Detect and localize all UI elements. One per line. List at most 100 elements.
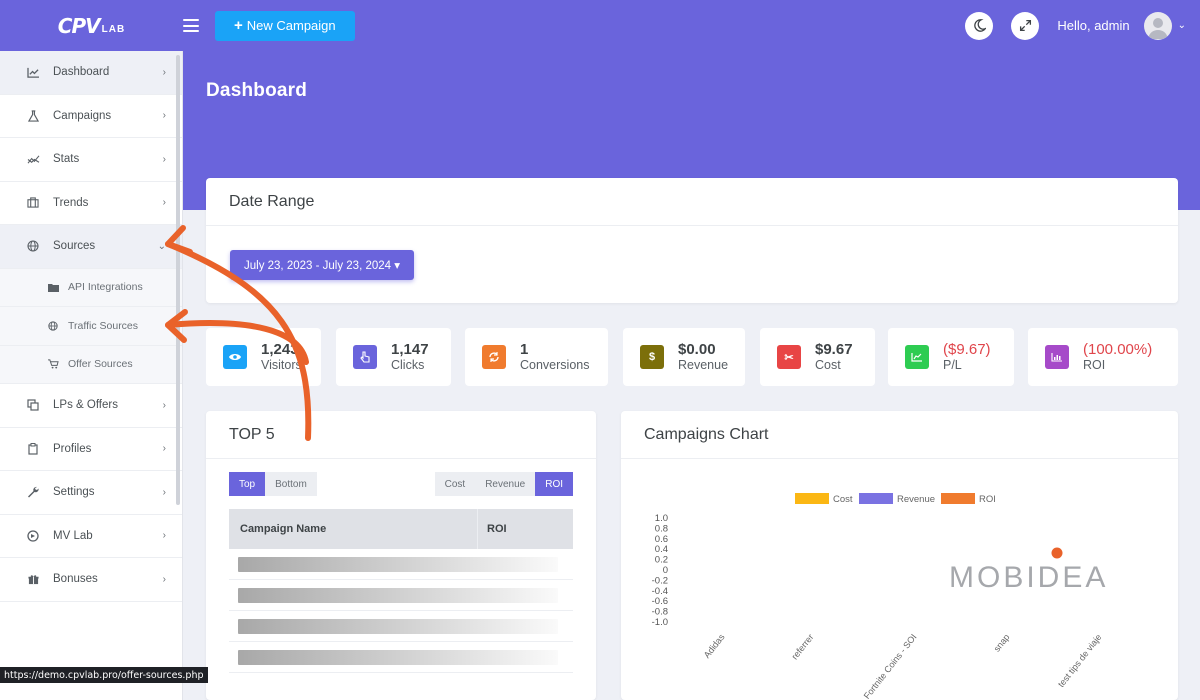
stat-clicks: 1,147 Clicks [336, 328, 451, 386]
table-row[interactable] [229, 611, 573, 642]
legend-label-roi: ROI [979, 494, 996, 505]
chevron-right-icon: › [162, 486, 166, 498]
stats-icon [26, 154, 40, 165]
briefcase-icon [26, 197, 40, 208]
app-logo[interactable]: CPV LAB [0, 0, 183, 51]
sidebar-item-mv-lab[interactable]: MV Lab › [0, 515, 182, 558]
legend-swatch-revenue [859, 493, 893, 504]
x-tick-label: test tips de viaje [1056, 632, 1104, 689]
mv-lab-icon [26, 530, 40, 542]
chevron-right-icon: › [162, 66, 166, 78]
col-roi[interactable]: ROI [478, 523, 507, 535]
chevron-right-icon: › [162, 573, 166, 585]
chevron-right-icon: › [162, 197, 166, 209]
y-tick-label: -0.8 [652, 607, 668, 618]
mobidea-watermark: MOBIDEA [949, 561, 1108, 594]
chevron-down-icon[interactable]: ⌄ [1178, 20, 1186, 31]
bottom-button[interactable]: Bottom [265, 472, 317, 496]
chart-title: Campaigns Chart [621, 411, 1178, 459]
user-greeting: Hello, admin [1057, 18, 1130, 33]
fullscreen-icon[interactable] [1011, 11, 1040, 40]
top5-table: Campaign Name ROI [229, 509, 573, 673]
top-bar: CPV LAB + New Campaign Hello, admin ⌄ [0, 0, 1200, 51]
top-button[interactable]: Top [229, 472, 266, 496]
metric-toggle: Cost Revenue ROI [434, 472, 573, 496]
revenue-button[interactable]: Revenue [475, 472, 536, 496]
cart-icon [47, 359, 59, 369]
sidebar-item-bonuses[interactable]: Bonuses › [0, 558, 182, 602]
legend-label-revenue: Revenue [897, 494, 935, 505]
refresh-icon [482, 345, 506, 369]
y-tick-label: -1.0 [652, 617, 668, 628]
x-tick-label: referrer [790, 632, 816, 661]
sidebar-item-stats[interactable]: Stats › [0, 138, 182, 182]
y-tick-label: -0.2 [652, 575, 668, 586]
table-row[interactable] [229, 642, 573, 673]
roi-button[interactable]: ROI [535, 472, 573, 496]
sidebar-item-sources[interactable]: Sources ⌄ [0, 225, 182, 269]
legend-swatch-cost [795, 493, 829, 504]
chevron-right-icon: › [162, 530, 166, 542]
pointer-icon [353, 345, 377, 369]
y-tick-label: 0.6 [655, 534, 668, 545]
chart-line-icon [26, 67, 40, 78]
x-tick-label: snap [992, 632, 1012, 654]
wrench-icon [26, 486, 40, 498]
cost-button[interactable]: Cost [434, 472, 476, 496]
stat-pl: ($9.67) P/L [888, 328, 1014, 386]
sidebar-item-traffic-sources[interactable]: Traffic Sources [0, 307, 182, 346]
sidebar-item-offer-sources[interactable]: Offer Sources [0, 345, 182, 384]
chevron-down-icon: ⌄ [157, 240, 166, 252]
eye-icon [223, 345, 247, 369]
stat-roi: (100.00%) ROI [1028, 328, 1178, 386]
y-tick-label: -0.4 [652, 586, 668, 597]
campaigns-chart-card: Campaigns Chart Cost Revenue ROI 1.0 0.8 0.6… [621, 411, 1178, 700]
avatar[interactable] [1143, 11, 1172, 40]
sidebar: Dashboard › Campaigns › Stats › Trends ›… [0, 51, 183, 700]
redacted-row [238, 556, 558, 572]
watermark-dot [1051, 547, 1063, 559]
legend-label-cost: Cost [833, 494, 853, 505]
table-row[interactable] [229, 580, 573, 611]
redacted-row [238, 618, 558, 634]
menu-toggle-icon[interactable] [183, 19, 199, 32]
chevron-right-icon: › [162, 399, 166, 411]
sidebar-item-campaigns[interactable]: Campaigns › [0, 95, 182, 138]
scissors-icon: ✂ [777, 345, 801, 369]
legend-swatch-roi [941, 493, 975, 504]
globe-icon [47, 321, 59, 331]
y-tick-label: 1.0 [655, 513, 668, 524]
sidebar-item-profiles[interactable]: Profiles › [0, 428, 182, 471]
y-tick-label: -0.6 [652, 596, 668, 607]
clipboard-icon [26, 442, 40, 455]
sidebar-item-trends[interactable]: Trends › [0, 182, 182, 225]
sidebar-item-settings[interactable]: Settings › [0, 471, 182, 515]
chevron-right-icon: › [162, 153, 166, 165]
sidebar-item-api-integrations[interactable]: API Integrations [0, 268, 182, 307]
redacted-row [238, 587, 558, 603]
top-right-controls: Hello, admin ⌄ [965, 0, 1186, 51]
campaigns-chart: Cost Revenue ROI 1.00.80.60.40.20-0.2-0.4-… [652, 493, 1108, 700]
dark-mode-icon[interactable] [965, 11, 994, 40]
stat-visitors: 1,243 Visitors [206, 328, 321, 386]
table-row[interactable] [229, 549, 573, 580]
sidebar-scrollbar[interactable] [176, 55, 180, 505]
table-header: Campaign Name ROI [229, 509, 573, 549]
top-bottom-toggle: Top Bottom [229, 472, 317, 496]
y-tick-label: 0.4 [655, 544, 668, 555]
plus-icon: + [234, 17, 243, 34]
stat-conversions: 1 Conversions [465, 328, 608, 386]
sidebar-item-lps-offers[interactable]: LPs & Offers › [0, 384, 182, 428]
top5-title: TOP 5 [206, 411, 596, 459]
sidebar-item-dashboard[interactable]: Dashboard › [0, 51, 182, 95]
y-tick-label: 0.2 [655, 555, 668, 566]
y-tick-label: 0.8 [655, 523, 668, 534]
new-campaign-button[interactable]: + New Campaign [215, 10, 355, 41]
folder-icon [47, 283, 59, 292]
flask-icon [26, 110, 40, 122]
col-campaign-name[interactable]: Campaign Name [229, 509, 478, 549]
redacted-row [238, 649, 558, 665]
layers-icon [26, 399, 40, 411]
chevron-right-icon: › [162, 110, 166, 122]
date-range-picker[interactable]: July 23, 2023 - July 23, 2024 ▾ [230, 250, 415, 280]
